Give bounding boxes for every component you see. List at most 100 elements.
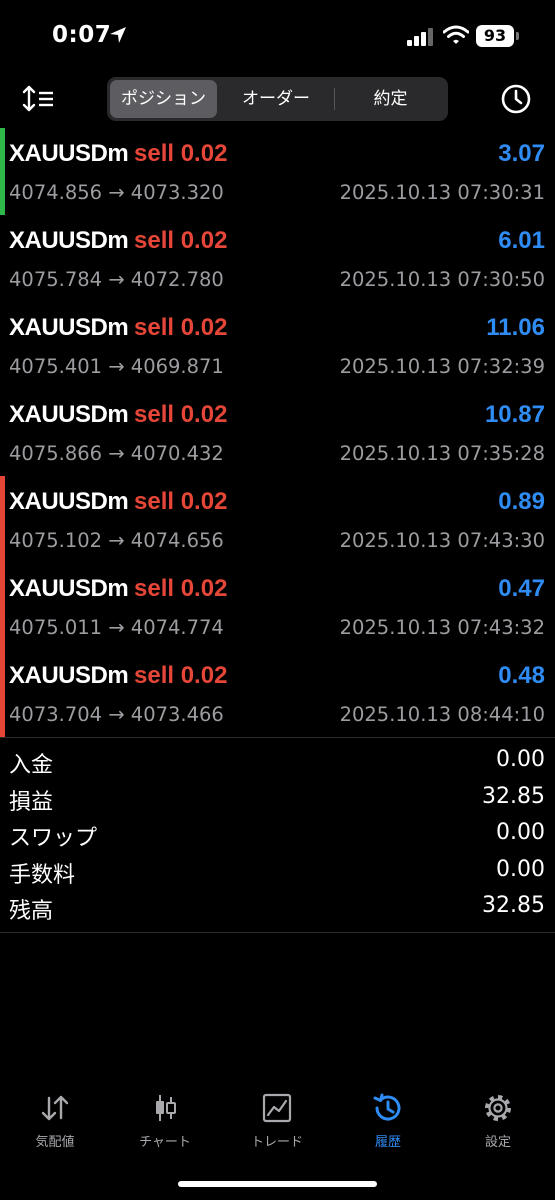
- status-bar: 0:07 93: [0, 0, 555, 72]
- summary-label: スワップ: [9, 826, 98, 851]
- deal-row[interactable]: XAUUSDm sell 0.02 0.47 4075.011 → 4074.7…: [0, 563, 555, 650]
- deal-side: sell 0.02: [134, 662, 228, 689]
- tab-history[interactable]: 履歴: [333, 1088, 443, 1150]
- location-arrow-icon: [110, 27, 126, 43]
- close-price: 4072.780: [130, 268, 224, 291]
- tab-label: 気配値: [35, 1135, 75, 1150]
- deal-symbol: XAUUSDm: [9, 140, 129, 167]
- battery-nub: [516, 32, 519, 40]
- deal-profit: 0.48: [498, 662, 545, 689]
- status-time: 0:07: [52, 22, 112, 48]
- summary-row-commission: 手数料 0.00: [0, 853, 555, 890]
- deal-prices: 4074.856 → 4073.320: [9, 181, 224, 204]
- deal-prices: 4073.704 → 4073.466: [9, 703, 224, 726]
- open-price: 4075.866: [9, 442, 103, 465]
- deal-time: 2025.10.13 08:44:10: [339, 703, 545, 726]
- open-price: 4075.784: [9, 268, 103, 291]
- tab-label: 履歴: [374, 1135, 401, 1150]
- close-price: 4074.656: [130, 529, 224, 552]
- summary-label: 入金: [9, 753, 54, 778]
- deal-row[interactable]: XAUUSDm sell 0.02 6.01 4075.784 → 4072.7…: [0, 215, 555, 302]
- summary-value: 0.00: [496, 856, 545, 882]
- tab-settings[interactable]: 設定: [443, 1088, 553, 1150]
- summary-panel: 入金 0.00 損益 32.85 スワップ 0.00 手数料 0.00 残高 3…: [0, 743, 555, 926]
- divider: [0, 737, 555, 738]
- tab-label: 設定: [484, 1135, 511, 1150]
- deal-profit: 0.47: [498, 575, 545, 602]
- deal-profit: 11.06: [486, 314, 545, 341]
- summary-row-swap: スワップ 0.00: [0, 816, 555, 853]
- open-price: 4075.011: [9, 616, 103, 639]
- sort-icon[interactable]: [22, 84, 56, 114]
- close-price: 4070.432: [130, 442, 224, 465]
- summary-value: 32.85: [482, 893, 545, 918]
- close-price: 4069.871: [130, 355, 224, 378]
- deal-side: sell 0.02: [134, 488, 228, 515]
- deal-side: sell 0.02: [134, 401, 228, 428]
- tab-chart[interactable]: チャート: [110, 1088, 220, 1150]
- loss-indicator-bar: [0, 476, 5, 563]
- deal-prices: 4075.011 → 4074.774: [9, 616, 224, 639]
- profit-indicator-bar: [0, 128, 5, 215]
- summary-row-profit: 損益 32.85: [0, 780, 555, 817]
- open-price: 4075.102: [9, 529, 103, 552]
- deal-time: 2025.10.13 07:30:50: [339, 268, 545, 291]
- clock-icon[interactable]: [499, 82, 533, 116]
- segment-divider: [334, 88, 335, 110]
- deal-row[interactable]: XAUUSDm sell 0.02 0.89 4075.102 → 4074.6…: [0, 476, 555, 563]
- summary-value: 32.85: [482, 783, 545, 809]
- deal-time: 2025.10.13 07:35:28: [339, 442, 545, 465]
- signal-icon: [407, 28, 433, 46]
- history-icon: [373, 1093, 401, 1121]
- deal-row[interactable]: XAUUSDm sell 0.02 0.48 4073.704 → 4073.4…: [0, 650, 555, 737]
- battery-indicator: 93: [476, 25, 514, 47]
- divider: [0, 932, 555, 933]
- tab-trade[interactable]: トレード: [222, 1088, 332, 1150]
- summary-label: 残高: [9, 899, 54, 924]
- deal-prices: 4075.401 → 4069.871: [9, 355, 224, 378]
- deal-profit: 0.89: [498, 488, 545, 515]
- deal-side: sell 0.02: [134, 575, 228, 602]
- deal-row[interactable]: XAUUSDm sell 0.02 3.07 4074.856 → 4073.3…: [0, 128, 555, 215]
- summary-row-deposit: 入金 0.00: [0, 743, 555, 780]
- open-price: 4074.856: [9, 181, 103, 204]
- close-price: 4073.466: [130, 703, 224, 726]
- tab-quotes[interactable]: 気配値: [0, 1088, 110, 1150]
- deal-row[interactable]: XAUUSDm sell 0.02 10.87 4075.866 → 4070.…: [0, 389, 555, 476]
- tab-label: トレード: [250, 1135, 303, 1150]
- deal-symbol: XAUUSDm: [9, 401, 129, 428]
- home-indicator[interactable]: [178, 1181, 377, 1187]
- summary-label: 手数料: [9, 862, 76, 888]
- open-price: 4073.704: [9, 703, 103, 726]
- segment-deals[interactable]: 約定: [336, 80, 445, 118]
- deal-profit: 3.07: [498, 140, 545, 167]
- deal-row[interactable]: XAUUSDm sell 0.02 11.06 4075.401 → 4069.…: [0, 302, 555, 389]
- open-price: 4075.401: [9, 355, 103, 378]
- deal-profit: 6.01: [498, 227, 545, 254]
- line-chart-icon: [262, 1093, 292, 1123]
- tab-bar: 気配値 チャート トレード 履歴 設定: [0, 1088, 555, 1158]
- deal-side: sell 0.02: [134, 314, 228, 341]
- summary-value: 0.00: [496, 747, 545, 772]
- summary-row-balance: 残高 32.85: [0, 889, 555, 926]
- deal-time: 2025.10.13 07:43:32: [339, 616, 545, 639]
- deal-side: sell 0.02: [134, 227, 228, 254]
- deal-symbol: XAUUSDm: [9, 575, 129, 602]
- wifi-icon: [443, 25, 469, 44]
- loss-indicator-bar: [0, 563, 5, 650]
- deal-symbol: XAUUSDm: [9, 488, 129, 515]
- deal-side: sell 0.02: [134, 140, 228, 167]
- arrows-updown-icon: [41, 1095, 69, 1121]
- close-price: 4073.320: [130, 181, 224, 204]
- tab-label: チャート: [139, 1135, 191, 1150]
- deal-prices: 4075.866 → 4070.432: [9, 442, 224, 465]
- segmented-control: ポジション オーダー 約定: [107, 77, 448, 121]
- deal-prices: 4075.784 → 4072.780: [9, 268, 224, 291]
- segment-positions[interactable]: ポジション: [110, 80, 217, 118]
- segment-orders[interactable]: オーダー: [220, 80, 332, 118]
- deal-profit: 10.87: [484, 401, 545, 428]
- deal-list: XAUUSDm sell 0.02 3.07 4074.856 → 4073.3…: [0, 128, 555, 737]
- summary-value: 0.00: [496, 820, 545, 845]
- deal-symbol: XAUUSDm: [9, 662, 129, 689]
- deal-time: 2025.10.13 07:30:31: [339, 181, 545, 204]
